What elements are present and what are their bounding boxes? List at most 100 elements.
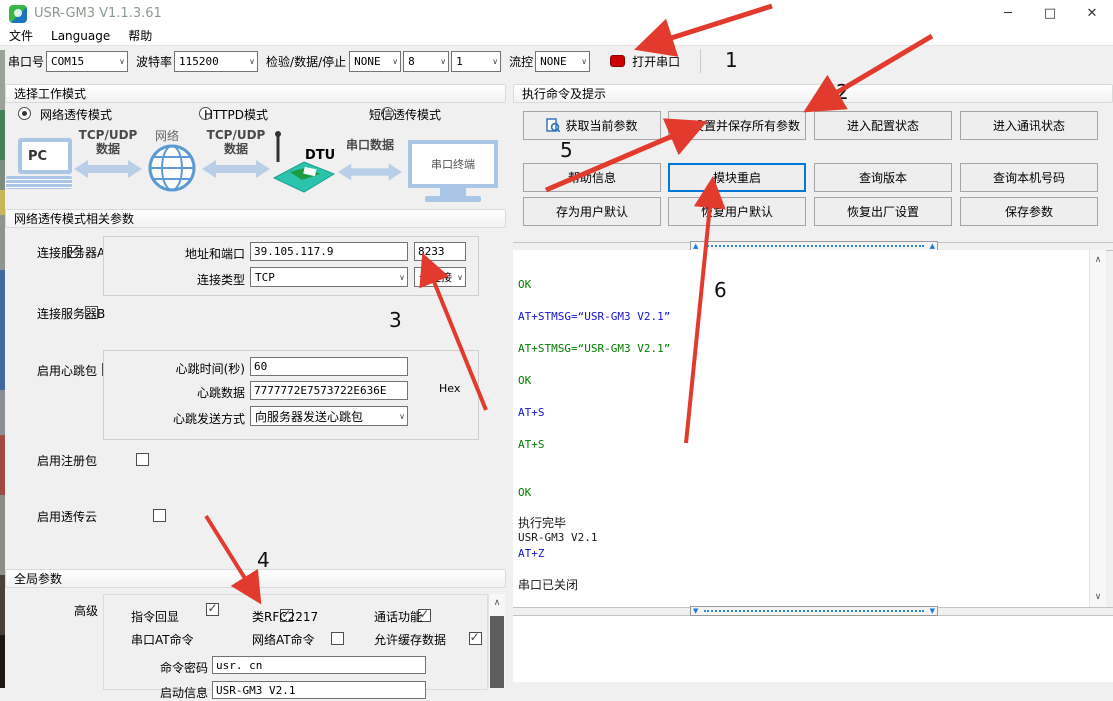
flow-control-label: 流控 xyxy=(509,53,533,70)
parity-select[interactable]: NONE∨ xyxy=(349,51,401,72)
log-output-area[interactable]: OK AT+STMSG=“USR-GM3 V2.1” AT+STMSG=“USR… xyxy=(513,250,1089,607)
addr-port-label: 地址和端口 xyxy=(120,245,245,262)
serial-at-checkbox[interactable] xyxy=(331,632,344,645)
com-port-select[interactable]: COM15∨ xyxy=(46,51,128,72)
module-restart-button[interactable]: 模块重启 xyxy=(668,163,806,192)
radio-net-transparent-label[interactable]: 网络透传模式 xyxy=(40,106,112,123)
double-arrow-icon xyxy=(202,160,270,178)
splitter-dots xyxy=(704,610,923,612)
splitter-dots xyxy=(704,245,923,247)
heartbeat-time-input[interactable]: 60 xyxy=(250,357,408,376)
save-params-button[interactable]: 保存参数 xyxy=(960,197,1098,226)
enter-config-state-button[interactable]: 进入配置状态 xyxy=(814,111,952,140)
scrollbar-thumb[interactable] xyxy=(490,616,504,688)
chevron-down-icon: ∨ xyxy=(399,412,405,421)
menu-help[interactable]: 帮助 xyxy=(119,28,161,45)
radio-net-transparent-mode[interactable] xyxy=(18,107,31,120)
scroll-up-icon[interactable]: ∧ xyxy=(489,598,505,608)
open-serial-button[interactable]: 打开串口 xyxy=(604,51,686,72)
menu-file[interactable]: 文件 xyxy=(0,28,42,45)
radio-sms-label[interactable]: 短信透传模式 xyxy=(369,106,441,123)
chevron-down-icon: ∨ xyxy=(392,57,398,66)
window-title: USR-GM3 V1.1.3.61 xyxy=(34,6,162,21)
voice-label: 通话功能 xyxy=(374,608,422,625)
log-scrollbar[interactable]: ∧ ∨ xyxy=(1089,250,1106,607)
cmd-password-input[interactable]: usr. cn xyxy=(212,656,426,674)
heartbeat-label: 启用心跳包 xyxy=(37,362,97,379)
globe-icon xyxy=(147,143,197,193)
maximize-button[interactable]: □ xyxy=(1029,0,1071,28)
cloud-checkbox[interactable] xyxy=(153,509,166,522)
link1-label: TCP/UDP数据 xyxy=(72,128,144,156)
radio-httpd-label[interactable]: HTTPD模式 xyxy=(204,106,268,123)
log-line: AT+S xyxy=(518,406,545,419)
baud-rate-select[interactable]: 115200∨ xyxy=(174,51,258,72)
doc-search-icon xyxy=(546,118,560,133)
register-checkbox[interactable] xyxy=(136,453,149,466)
startup-info-label: 启动信息 xyxy=(128,684,208,701)
triangle-up-icon: ▲ xyxy=(928,243,937,250)
chevron-down-icon: ∨ xyxy=(492,57,498,66)
net-at-checkbox[interactable] xyxy=(469,632,482,645)
restore-factory-button[interactable]: 恢复出厂设置 xyxy=(814,197,952,226)
chevron-down-icon: ∨ xyxy=(399,273,405,282)
log-line: OK xyxy=(518,278,531,291)
save-user-default-button[interactable]: 存为用户默认 xyxy=(523,197,661,226)
server-a-address-input[interactable]: 39.105.117.9 xyxy=(250,242,408,261)
splitter-handle[interactable]: ▼ ▼ xyxy=(690,606,938,616)
global-params-header: 全局参数 xyxy=(5,569,506,588)
restore-user-default-button[interactable]: 恢复用户默认 xyxy=(668,197,806,226)
heartbeat-time-label: 心跳时间(秒) xyxy=(120,360,245,377)
data-bits-select[interactable]: 8∨ xyxy=(403,51,449,72)
get-params-button[interactable]: 获取当前参数 xyxy=(523,111,661,140)
query-version-button[interactable]: 查询版本 xyxy=(814,163,952,192)
stop-bits-select[interactable]: 1∨ xyxy=(451,51,501,72)
net-at-label: 网络AT命令 xyxy=(252,631,315,648)
conn-type-select[interactable]: TCP ∨ xyxy=(250,267,408,287)
heartbeat-mode-select[interactable]: 向服务器发送心跳包 ∨ xyxy=(250,406,408,426)
log-line: AT+S xyxy=(518,438,545,451)
save-floppy-icon xyxy=(674,119,687,132)
parity-data-stop-label: 检验/数据/停止 xyxy=(266,53,346,70)
link2-label: TCP/UDP数据 xyxy=(200,128,272,156)
title-bar: USR-GM3 V1.1.3.61 ─ □ ✕ xyxy=(0,0,1113,28)
chevron-down-icon: ∨ xyxy=(119,57,125,66)
menu-language[interactable]: Language xyxy=(42,28,119,45)
query-number-button[interactable]: 查询本机号码 xyxy=(960,163,1098,192)
enter-comm-state-button[interactable]: 进入通讯状态 xyxy=(960,111,1098,140)
cmd-password-label: 命令密码 xyxy=(140,659,208,676)
com-port-label: 串口号 xyxy=(8,53,44,70)
log-line: AT+Z xyxy=(518,547,545,560)
triangle-down-icon: ▼ xyxy=(928,608,937,615)
conn-keep-select[interactable]: 长连接 ∨ xyxy=(414,267,466,287)
link3-label: 串口数据 xyxy=(336,138,404,152)
log-line: USR-GM3 V2.1 xyxy=(518,531,597,544)
scroll-up-icon[interactable]: ∧ xyxy=(1090,255,1106,265)
net-label: 网络 xyxy=(155,127,179,144)
flow-control-select[interactable]: NONE∨ xyxy=(535,51,590,72)
startup-info-input[interactable]: USR-GM3 V2.1 xyxy=(212,681,426,699)
minimize-button[interactable]: ─ xyxy=(987,0,1029,28)
log-line: AT+STMSG=“USR-GM3 V2.1” xyxy=(518,342,670,355)
serial-toolbar: 串口号 COM15∨ 波特率 115200∨ 检验/数据/停止 NONE∨ 8∨… xyxy=(0,45,1113,76)
scroll-down-icon[interactable]: ∨ xyxy=(1090,592,1106,602)
log-line: 执行完毕 xyxy=(518,514,566,531)
serial-terminal-icon: 串口终端 xyxy=(408,140,498,202)
chevron-down-icon: ∨ xyxy=(457,273,463,282)
set-save-all-params-button[interactable]: 设置并保存所有参数 xyxy=(668,111,806,140)
app-icon xyxy=(9,5,27,23)
menu-bar: 文件 Language 帮助 xyxy=(0,28,1113,45)
conn-type-label: 连接类型 xyxy=(160,271,245,288)
net-params-header: 网络透传模式相关参数 xyxy=(5,209,506,228)
dtu-icon xyxy=(268,130,338,200)
heartbeat-data-input[interactable]: 7777772E7573722E636E xyxy=(250,381,408,400)
chevron-down-icon: ∨ xyxy=(581,57,587,66)
close-button[interactable]: ✕ xyxy=(1071,0,1113,28)
advanced-scrollbar[interactable]: ∧ xyxy=(488,594,505,688)
server-a-port-input[interactable]: 8233 xyxy=(414,242,466,261)
log-bottom-splitter[interactable]: ▼ ▼ xyxy=(513,607,1113,616)
toolbar-separator xyxy=(700,49,701,73)
help-info-button[interactable]: 帮助信息 xyxy=(523,163,661,192)
log-line: OK xyxy=(518,374,531,387)
send-input-area[interactable] xyxy=(513,616,1113,682)
